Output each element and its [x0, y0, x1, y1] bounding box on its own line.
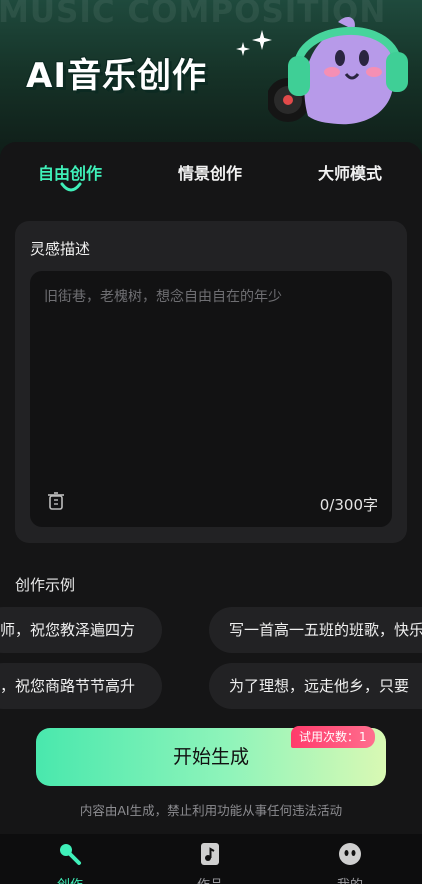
tab-master-mode[interactable]: 大师模式	[318, 160, 382, 184]
trash-icon[interactable]	[48, 492, 64, 510]
nav-label-create: 创作	[40, 874, 100, 884]
nav-item-profile[interactable]: 我的	[320, 842, 380, 884]
example-chip[interactable]: 为了理想，远走他乡，只要	[209, 663, 422, 709]
char-counter: 0/300字	[319, 496, 378, 514]
mascot-headphones-illustration	[268, 16, 408, 125]
active-tab-indicator	[60, 182, 82, 192]
nav-item-create[interactable]: 创作	[40, 842, 100, 884]
examples-title: 创作示例	[15, 576, 76, 594]
bottom-nav: 创作 作品 我的	[0, 834, 422, 884]
nav-label-works: 作品	[180, 874, 240, 884]
page-title: AI音乐创作	[26, 56, 207, 96]
music-file-icon	[201, 843, 219, 865]
nav-item-works[interactable]: 作品	[180, 842, 240, 884]
profile-face-icon	[339, 843, 361, 865]
tab-free-creation[interactable]: 自由创作	[38, 160, 102, 184]
sparkle-icon	[236, 42, 250, 56]
example-chip[interactable]: ，祝您商路节节高升	[0, 663, 162, 709]
example-chip[interactable]: 师，祝您教泽遍四方	[0, 607, 162, 653]
inspiration-input[interactable]	[44, 286, 380, 476]
examples-carousel[interactable]: 师，祝您教泽遍四方 写一首高一五班的班歌，快乐的 ，祝您商路节节高升 为了理想，…	[0, 600, 422, 720]
example-chip[interactable]: 写一首高一五班的班歌，快乐的	[209, 607, 422, 653]
microphone-icon	[60, 844, 81, 865]
ai-disclaimer: 内容由AI生成，禁止利用功能从事任何违法活动	[79, 803, 343, 818]
trial-count-badge: 试用次数：1	[291, 726, 375, 748]
inspiration-label: 灵感描述	[30, 240, 91, 258]
nav-label-profile: 我的	[320, 874, 380, 884]
tab-scene-creation[interactable]: 情景创作	[178, 160, 242, 184]
hero-banner: MUSIC COMPOSITION AI音乐创作	[0, 0, 422, 160]
